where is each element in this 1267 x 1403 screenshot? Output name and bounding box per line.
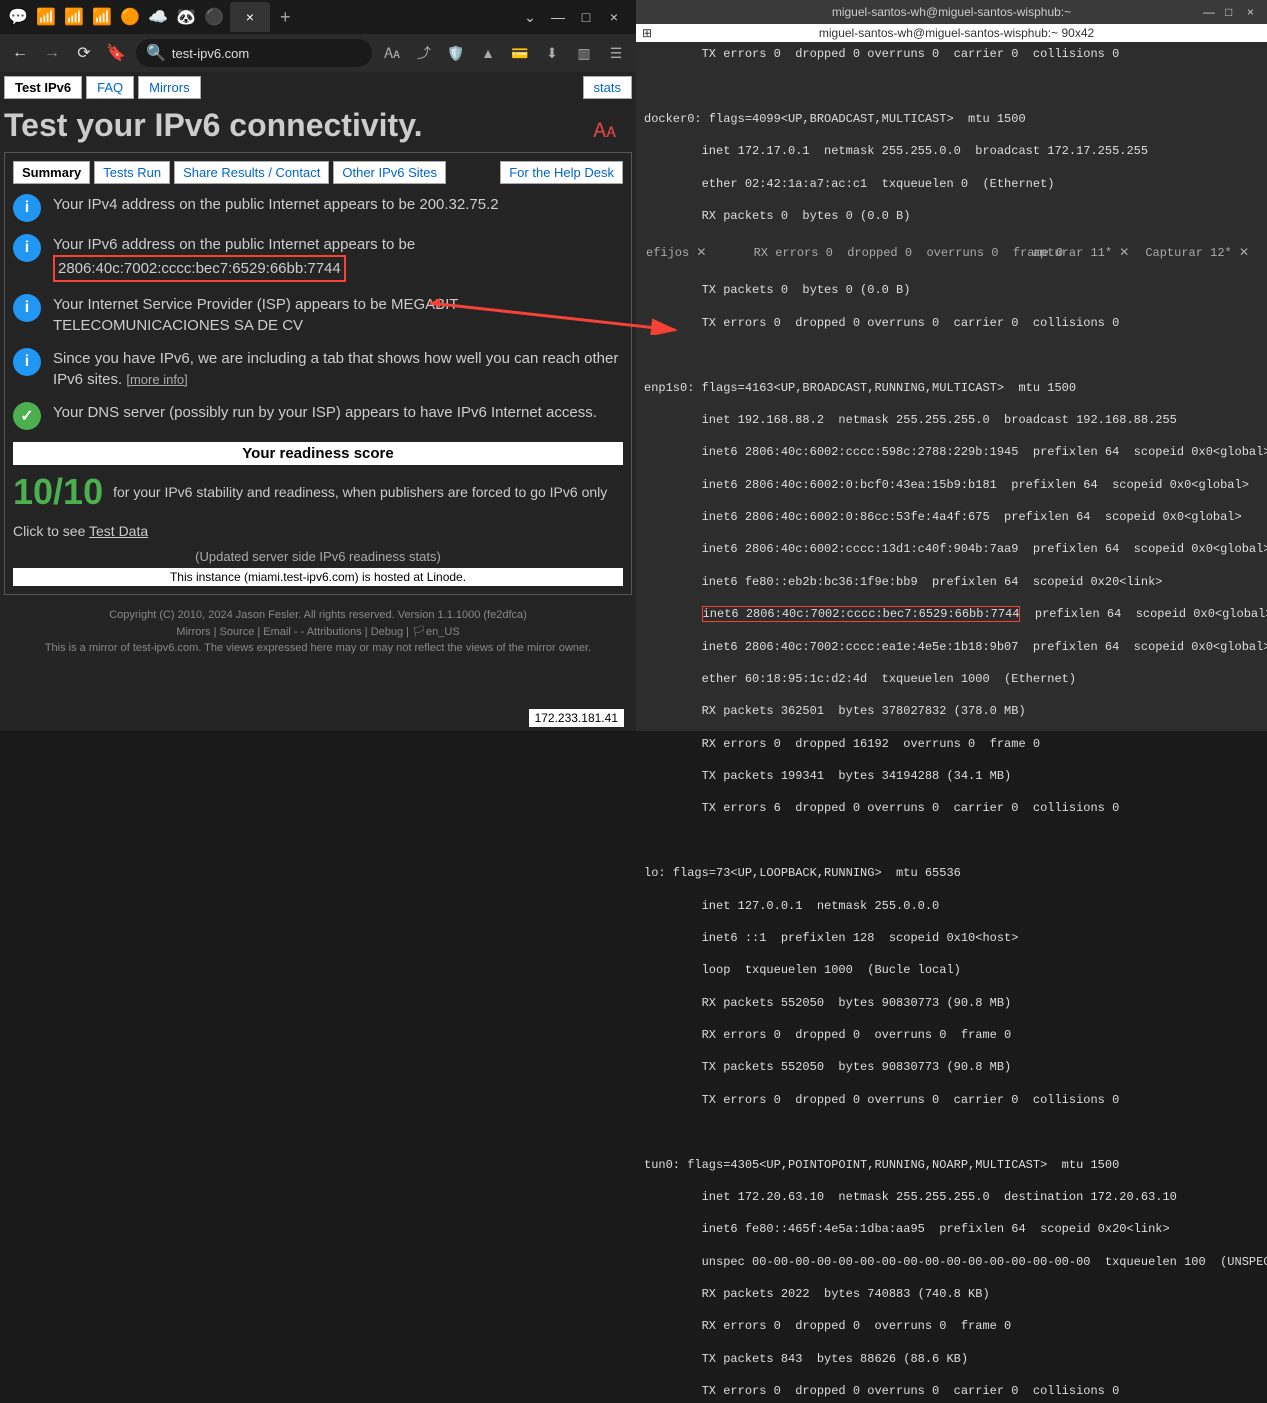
window-maximize-icon[interactable]: □ (576, 7, 596, 27)
result-isp: i Your Internet Service Provider (ISP) a… (13, 294, 623, 336)
updated-note: (Updated server side IPv6 readiness stat… (13, 549, 623, 564)
browser-toolbar: ← → ⟳ 🔖 🔍 test-ipv6.com 🗛 ⤴ 🛡️ ▲ 💳 ⬇ ▥ ☰ (0, 34, 636, 72)
tab-orange-icon[interactable]: 🟠 (116, 3, 144, 31)
result-ipv6: i Your IPv6 address on the public Intern… (13, 234, 623, 282)
highlighted-ipv6-line: inet6 2806:40c:7002:cccc:bec7:6529:66bb:… (644, 606, 1259, 622)
ipv6-text: Your IPv6 address on the public Internet… (53, 234, 623, 282)
new-tab-button[interactable]: + (272, 7, 299, 28)
tab-wifi3-icon[interactable]: 📶 (88, 3, 116, 31)
sub-tabs: Summary Tests Run Share Results / Contac… (13, 161, 623, 184)
result-ipv4: i Your IPv4 address on the public Intern… (13, 194, 623, 222)
subtab-tests[interactable]: Tests Run (94, 161, 170, 184)
ipv6-tab-text: Since you have IPv6, we are including a … (53, 348, 623, 390)
tab-wifi2-icon[interactable]: 📶 (60, 3, 88, 31)
url-text: test-ipv6.com (172, 46, 249, 61)
test-data-row: Click to see Test Data (13, 523, 623, 539)
help-desk-link[interactable]: For the Help Desk (500, 161, 623, 184)
tab-panda-icon[interactable]: 🐼 (172, 3, 200, 31)
tab-cloud-icon[interactable]: ☁️ (144, 3, 172, 31)
mirror-text: This is a mirror of test-ipv6.com. The v… (4, 640, 632, 657)
window-close-icon[interactable]: × (604, 7, 624, 27)
more-info-link[interactable]: [more info] (126, 372, 187, 387)
terminal-titlebar: miguel-santos-wh@miguel-santos-wisphub:~… (636, 0, 1267, 24)
term-close-icon[interactable]: × (1247, 5, 1261, 19)
tab-wifi-icon[interactable]: 📶 (32, 3, 60, 31)
subtab-share[interactable]: Share Results / Contact (174, 161, 329, 184)
term-maximize-icon[interactable]: □ (1225, 5, 1239, 19)
term-minimize-icon[interactable]: — (1203, 5, 1217, 19)
info-icon: i (13, 294, 41, 322)
browser-window: 💬 📶 📶 📶 🟠 ☁️ 🐼 ⚫ × + ⌄ — □ × ← → ⟳ 🔖 🔍 t… (0, 0, 636, 731)
menu-icon[interactable]: ☰ (604, 41, 628, 65)
info-icon: i (13, 348, 41, 376)
ext-icon[interactable]: ▲ (476, 41, 500, 65)
terminal-subtitle-bar: ⊞ miguel-santos-wh@miguel-santos-wisphub… (636, 24, 1267, 42)
back-button[interactable]: ← (8, 41, 32, 65)
readiness-text: for your IPv6 stability and readiness, w… (113, 484, 607, 500)
ipv6-address-highlight: 2806:40c:7002:cccc:bec7:6529:66bb:7744 (53, 255, 346, 282)
score-row: 10/10 for your IPv6 stability and readin… (13, 471, 623, 513)
tab-whatsapp-icon[interactable]: 💬 (4, 3, 32, 31)
subtab-summary[interactable]: Summary (13, 161, 90, 184)
forward-button[interactable]: → (40, 41, 64, 65)
ipv6-prefix: Your IPv6 address on the public Internet… (53, 236, 415, 253)
tab-stats[interactable]: stats (583, 76, 632, 99)
results-box: Summary Tests Run Share Results / Contac… (4, 152, 632, 595)
download-icon[interactable]: ⬇ (540, 41, 564, 65)
page-nav-tabs: Test IPv6 FAQ Mirrors stats (4, 76, 632, 99)
matched-ipv6-highlight: inet6 2806:40c:7002:cccc:bec7:6529:66bb:… (702, 606, 1021, 622)
window-dropdown-icon[interactable]: ⌄ (520, 7, 540, 27)
tab-faq[interactable]: FAQ (86, 76, 134, 99)
terminal-window: miguel-santos-wh@miguel-santos-wisphub:~… (636, 0, 1267, 731)
translate-badge-icon[interactable]: 🗛 (593, 120, 616, 143)
wallet-icon[interactable]: 💳 (508, 41, 532, 65)
footer-links[interactable]: Mirrors | Source | Email - - Attribution… (4, 624, 632, 641)
result-dns: ✓ Your DNS server (possibly run by your … (13, 402, 623, 430)
terminal-subtitle: miguel-santos-wh@miguel-santos-wisphub:~… (819, 26, 1094, 40)
dns-text: Your DNS server (possibly run by your IS… (53, 402, 623, 423)
window-minimize-icon[interactable]: — (548, 7, 568, 27)
isp-text: Your Internet Service Provider (ISP) app… (53, 294, 623, 336)
ipv4-text: Your IPv4 address on the public Internet… (53, 194, 623, 215)
tab-test-ipv6[interactable]: Test IPv6 (4, 76, 82, 99)
copyright-text: Copyright (C) 2010, 2024 Jason Fesler. A… (4, 607, 632, 624)
result-ipv6-tab: i Since you have IPv6, we are including … (13, 348, 623, 390)
tab-mirrors[interactable]: Mirrors (138, 76, 200, 99)
share-icon[interactable]: ⤴ (412, 41, 436, 65)
background-tabs: efijos ✕ RX errors 0 dropped 0 overruns … (636, 240, 1259, 266)
close-icon[interactable]: × (246, 9, 254, 25)
readiness-score: 10/10 (13, 471, 103, 513)
terminal-title: miguel-santos-wh@miguel-santos-wisphub:~ (832, 5, 1071, 19)
translate-icon[interactable]: 🗛 (380, 41, 404, 65)
readiness-header: Your readiness score (13, 442, 623, 465)
browser-tab-strip: 💬 📶 📶 📶 🟠 ☁️ 🐼 ⚫ × + ⌄ — □ × (0, 0, 636, 34)
tab-github-icon[interactable]: ⚫ (200, 3, 228, 31)
search-icon: 🔍 (146, 43, 166, 63)
brave-icon[interactable]: 🛡️ (444, 41, 468, 65)
page-footer: Copyright (C) 2010, 2024 Jason Fesler. A… (4, 607, 632, 657)
ip-badge: 172.233.181.41 (529, 709, 624, 727)
tab-active[interactable]: × (230, 2, 270, 32)
url-bar[interactable]: 🔍 test-ipv6.com (136, 39, 372, 67)
test-data-link[interactable]: Test Data (89, 523, 148, 539)
page-title: Test your IPv6 connectivity. (4, 107, 632, 144)
info-icon: i (13, 194, 41, 222)
subtab-other[interactable]: Other IPv6 Sites (333, 161, 446, 184)
page-content: Test IPv6 FAQ Mirrors stats Test your IP… (0, 72, 636, 731)
sidebar-icon[interactable]: ▥ (572, 41, 596, 65)
bookmark-icon[interactable]: 🔖 (104, 41, 128, 65)
reload-button[interactable]: ⟳ (72, 41, 96, 65)
success-icon: ✓ (13, 402, 41, 430)
term-menu-icon[interactable]: ⊞ (642, 26, 652, 40)
info-icon: i (13, 234, 41, 262)
terminal-output[interactable]: TX errors 0 dropped 0 overruns 0 carrier… (636, 42, 1267, 1403)
hosted-note: This instance (miami.test-ipv6.com) is h… (13, 568, 623, 586)
